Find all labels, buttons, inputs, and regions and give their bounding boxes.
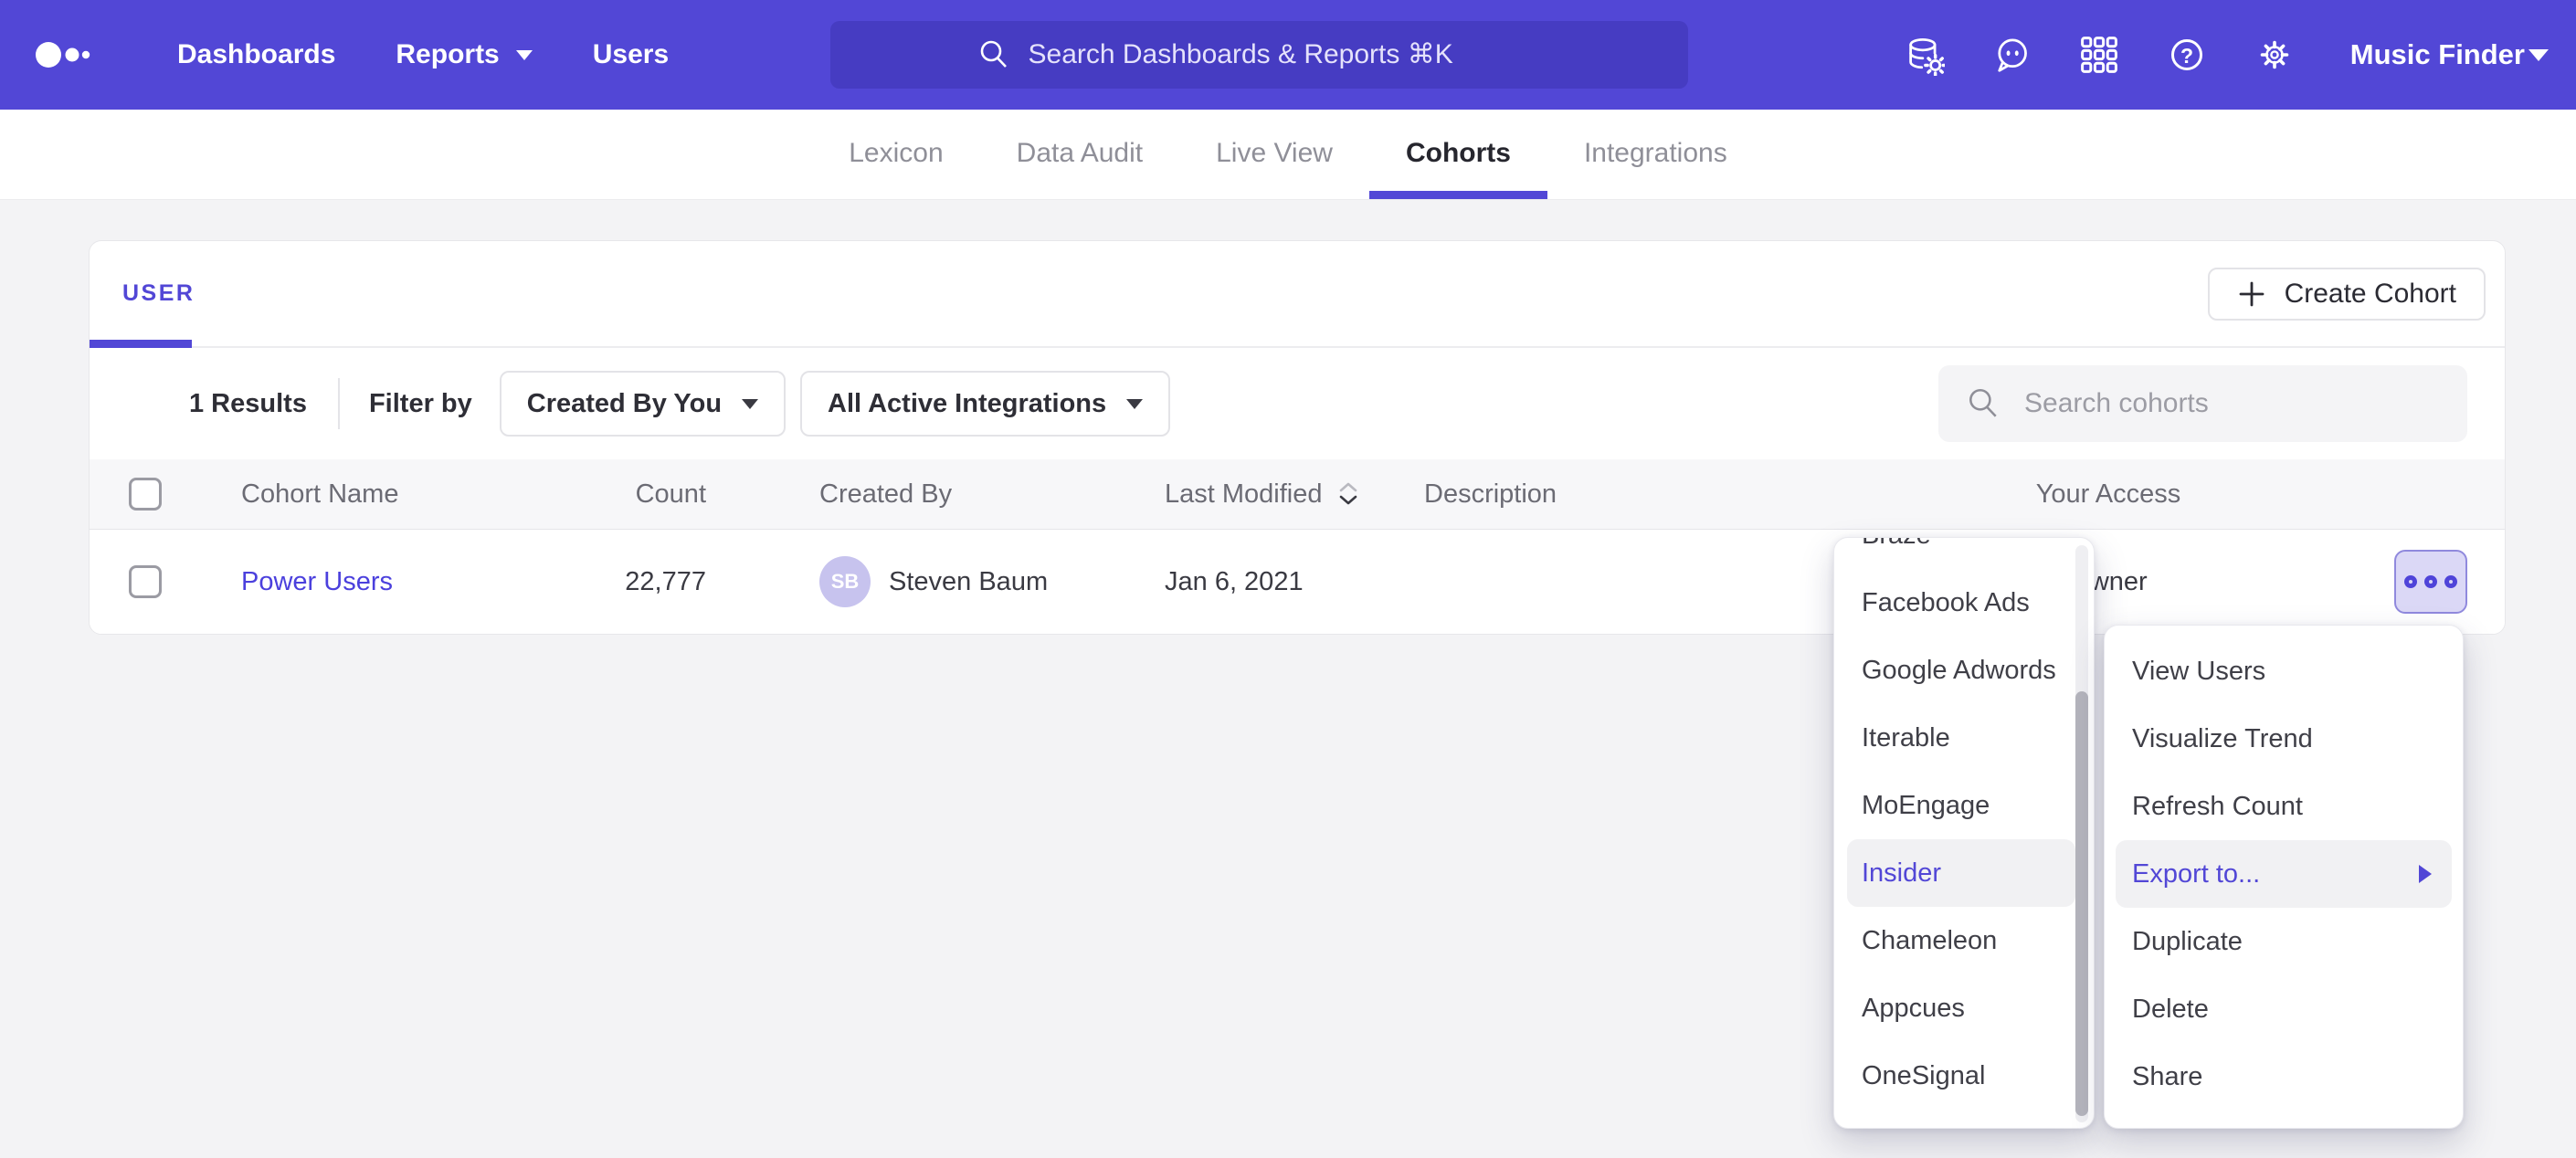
cohort-search-input[interactable] bbox=[2022, 387, 2428, 420]
global-search[interactable] bbox=[830, 21, 1688, 89]
menu-item-visualize-trend[interactable]: Visualize Trend bbox=[2105, 705, 2463, 773]
submenu-item-google-adwords[interactable]: Google Adwords bbox=[1834, 637, 2094, 704]
apps-grid-icon[interactable] bbox=[2078, 34, 2120, 76]
help-icon[interactable]: ? bbox=[2166, 34, 2208, 76]
menu-item-view-users[interactable]: View Users bbox=[2105, 637, 2463, 705]
more-dots-icon bbox=[2404, 575, 2417, 588]
table-header: Cohort Name Count Created By Last Modifi… bbox=[90, 459, 2505, 530]
nav-item-reports[interactable]: Reports bbox=[396, 39, 532, 70]
nav-item-users[interactable]: Users bbox=[593, 39, 669, 70]
create-cohort-button[interactable]: Create Cohort bbox=[2208, 268, 2486, 321]
row-actions-button[interactable] bbox=[2394, 550, 2467, 614]
submenu-item-chameleon[interactable]: Chameleon bbox=[1834, 907, 2094, 974]
submenu-item-appcues[interactable]: Appcues bbox=[1834, 974, 2094, 1042]
section-tabs: Lexicon Data Audit Live View Cohorts Int… bbox=[0, 110, 2576, 200]
cohorts-panel: USER Create Cohort 1 Results Filter by C… bbox=[89, 240, 2506, 635]
nav-item-dashboards[interactable]: Dashboards bbox=[177, 39, 335, 70]
submenu-item-insider[interactable]: Insider bbox=[1847, 839, 2075, 907]
col-last-modified[interactable]: Last Modified bbox=[1165, 459, 1361, 529]
submenu-item-moengage[interactable]: MoEngage bbox=[1834, 772, 2094, 839]
global-search-input[interactable] bbox=[1027, 38, 1542, 71]
menu-item-share[interactable]: Share bbox=[2105, 1043, 2463, 1111]
col-count: Count bbox=[510, 459, 706, 529]
cohort-name-link[interactable]: Power Users bbox=[241, 567, 393, 597]
submenu-item-braze[interactable]: Braze bbox=[1834, 537, 2094, 569]
caret-down-icon bbox=[742, 399, 758, 409]
table-toolbar: 1 Results Filter by Created By You All A… bbox=[90, 348, 2505, 459]
col-description: Description bbox=[1424, 459, 1557, 529]
mixpanel-logo-dots bbox=[33, 35, 133, 75]
menu-item-refresh-count[interactable]: Refresh Count bbox=[2105, 773, 2463, 840]
submenu-scrollbar-thumb[interactable] bbox=[2075, 691, 2088, 1116]
data-management-icon[interactable] bbox=[1903, 34, 1945, 76]
filter-created-by-dropdown[interactable]: Created By You bbox=[500, 371, 786, 437]
project-name: Music Finder bbox=[2350, 38, 2525, 71]
select-all-checkbox[interactable] bbox=[129, 478, 162, 511]
row-context-menu: View Users Visualize Trend Refresh Count… bbox=[2104, 625, 2464, 1129]
settings-gear-icon[interactable] bbox=[2254, 34, 2296, 76]
tab-lexicon[interactable]: Lexicon bbox=[812, 110, 979, 199]
tab-user-cohorts[interactable]: USER bbox=[90, 241, 227, 346]
tab-live-view[interactable]: Live View bbox=[1179, 110, 1369, 199]
col-created-by: Created By bbox=[819, 459, 952, 529]
top-nav: Dashboards Reports Users bbox=[0, 0, 2576, 110]
submenu-item-iterable[interactable]: Iterable bbox=[1834, 704, 2094, 772]
created-by-name: Steven Baum bbox=[889, 567, 1048, 597]
col-cohort-name: Cohort Name bbox=[241, 459, 398, 529]
plus-icon bbox=[2237, 279, 2266, 309]
menu-item-duplicate[interactable]: Duplicate bbox=[2105, 908, 2463, 975]
sort-icon bbox=[1336, 479, 1361, 509]
submenu-item-onesignal[interactable]: OneSignal bbox=[1834, 1042, 2094, 1110]
feedback-icon[interactable] bbox=[1990, 34, 2032, 76]
export-submenu: Braze Facebook Ads Google Adwords Iterab… bbox=[1833, 537, 2095, 1129]
caret-down-icon bbox=[516, 50, 533, 60]
caret-down-icon bbox=[2528, 49, 2549, 61]
panel-header: USER Create Cohort bbox=[90, 241, 2505, 348]
avatar: SB bbox=[819, 556, 871, 607]
row-checkbox[interactable] bbox=[129, 565, 162, 598]
caret-down-icon bbox=[1126, 399, 1143, 409]
last-modified-date: Jan 6, 2021 bbox=[1165, 530, 1304, 634]
table-row: Power Users 22,777 SB Steven Baum Jan 6,… bbox=[90, 530, 2505, 634]
tab-integrations[interactable]: Integrations bbox=[1547, 110, 1764, 199]
cohort-count: 22,777 bbox=[510, 530, 706, 634]
submenu-item-facebook-ads[interactable]: Facebook Ads bbox=[1834, 569, 2094, 637]
search-icon bbox=[977, 38, 1010, 71]
submenu-arrow-icon bbox=[2419, 865, 2432, 883]
search-icon bbox=[1966, 386, 2001, 421]
svg-text:?: ? bbox=[2180, 44, 2193, 68]
results-count: 1 Results bbox=[189, 389, 307, 419]
filter-by-label: Filter by bbox=[369, 389, 472, 419]
col-your-access: Your Access bbox=[1971, 459, 2245, 529]
divider bbox=[338, 378, 340, 429]
filter-integrations-dropdown[interactable]: All Active Integrations bbox=[800, 371, 1170, 437]
menu-item-delete[interactable]: Delete bbox=[2105, 975, 2463, 1043]
tab-cohorts[interactable]: Cohorts bbox=[1369, 110, 1547, 199]
cohort-search[interactable] bbox=[1938, 365, 2467, 442]
menu-item-export-to[interactable]: Export to... bbox=[2116, 840, 2452, 908]
tab-data-audit[interactable]: Data Audit bbox=[980, 110, 1179, 199]
project-selector[interactable]: Music Finder bbox=[2341, 38, 2549, 71]
